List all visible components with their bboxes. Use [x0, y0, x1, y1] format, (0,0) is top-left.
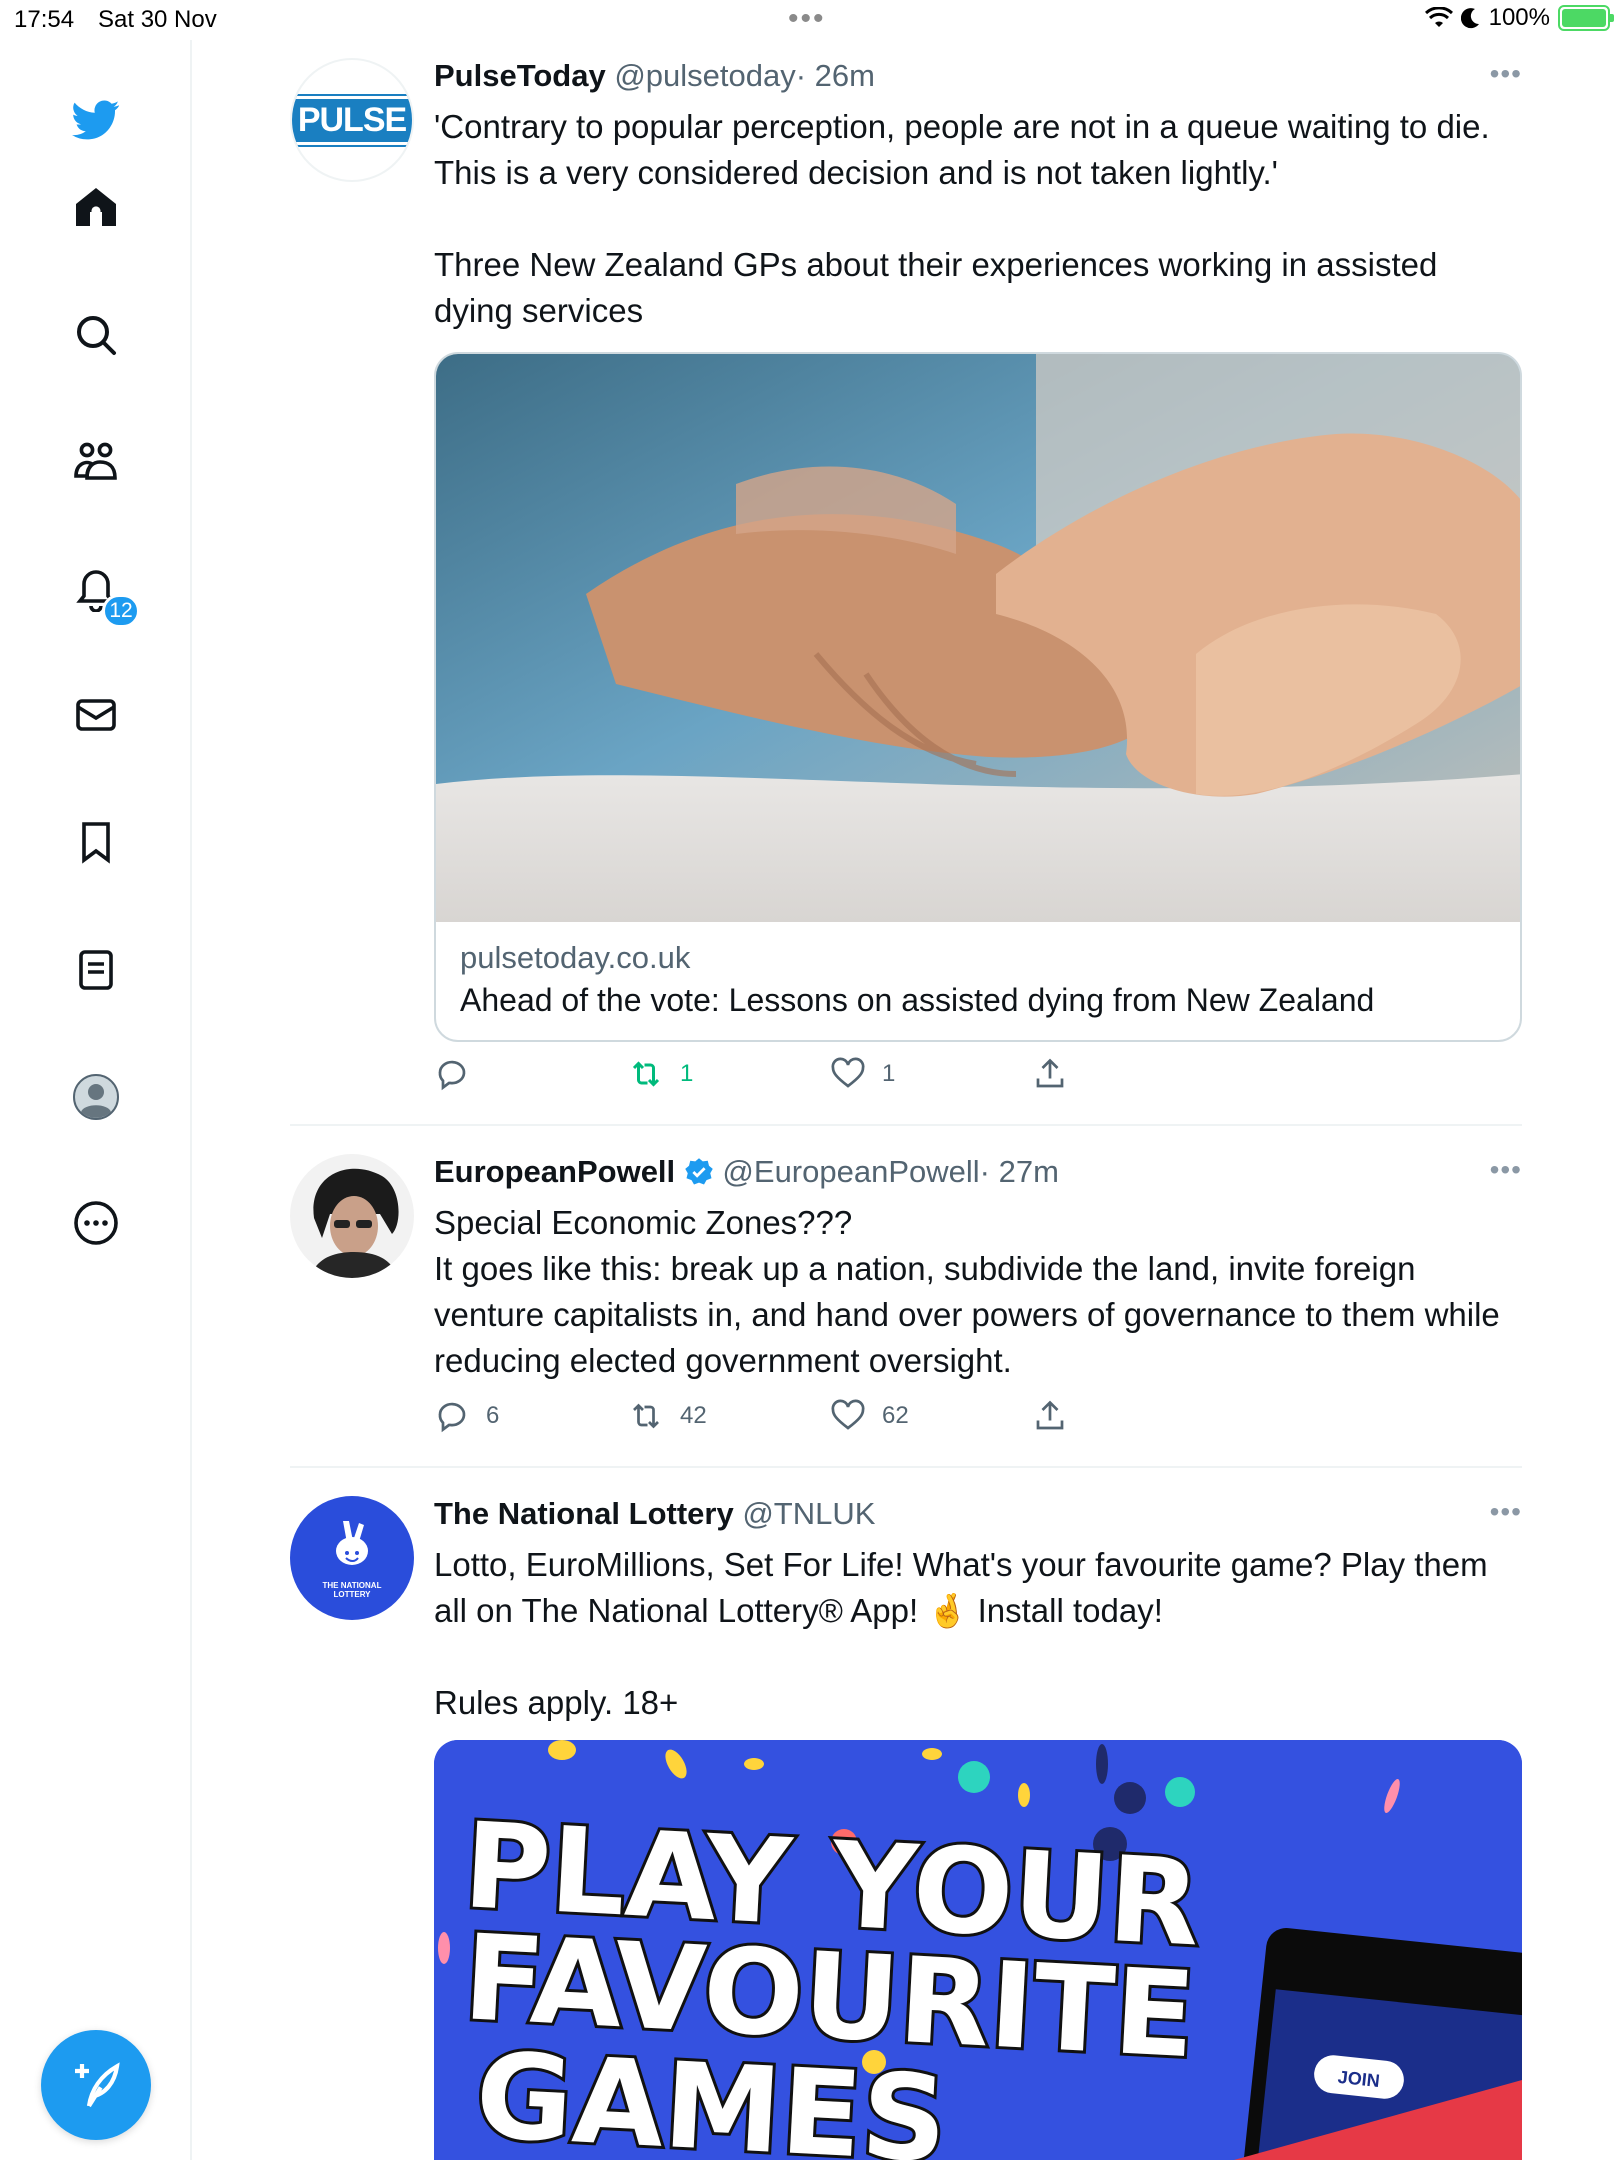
author-name[interactable]: EuropeanPowell: [434, 1154, 675, 1189]
tweet-header: PulseToday @pulsetoday· 26m: [434, 58, 875, 94]
retweet-icon: [632, 1061, 660, 1087]
share-button[interactable]: [1032, 1056, 1068, 1092]
link-card-image: [436, 354, 1520, 922]
battery-icon: [1558, 5, 1614, 31]
reply-icon: [438, 1402, 466, 1433]
promo-headline-line3: GAMES: [473, 2026, 951, 2160]
retweet-count: 1: [680, 1060, 694, 1087]
tweet-text: Lotto, EuroMillions, Set For Life! What'…: [434, 1546, 1488, 1721]
tweet-actions: 6 42 62: [434, 1398, 1134, 1438]
reply-button[interactable]: [434, 1056, 486, 1092]
link-card[interactable]: pulsetoday.co.uk Ahead of the vote: Less…: [434, 352, 1522, 1042]
tweet-time[interactable]: · 26m: [796, 58, 875, 93]
tweet-actions: 1 1: [434, 1056, 1134, 1096]
reply-button[interactable]: 6: [434, 1398, 499, 1434]
like-button[interactable]: 1: [830, 1056, 895, 1092]
tweet-text: Special Economic Zones??? It goes like t…: [434, 1204, 1500, 1379]
tweet-header: The National Lottery @TNLUK: [434, 1496, 875, 1532]
retweet-button[interactable]: 1: [628, 1056, 693, 1092]
like-count: 1: [882, 1060, 896, 1087]
moon-icon: [1460, 8, 1479, 29]
multitasking-dots-icon[interactable]: •••: [788, 2, 826, 36]
promo-image[interactable]: JOIN PLAY YOUR FAVOURITE GAMES: [434, 1740, 1522, 2160]
pulse-logo: PULSE: [292, 93, 412, 147]
lottery-logo-text: THE NATIONAL LOTTERY: [322, 1581, 382, 1599]
notifications-badge: 12: [102, 594, 140, 628]
battery-percent: 100%: [1488, 4, 1550, 31]
author-handle[interactable]: @TNLUK: [742, 1496, 875, 1531]
home-icon[interactable]: [66, 178, 126, 238]
compose-icon: [75, 2062, 120, 2108]
compose-button[interactable]: [41, 2030, 151, 2140]
status-indicators: 100%: [1424, 4, 1614, 32]
crossed-fingers-logo: [336, 1521, 368, 1565]
like-count: 62: [882, 1402, 909, 1429]
lists-icon[interactable]: [66, 940, 126, 1000]
author-handle[interactable]: @EuropeanPowell: [722, 1154, 979, 1189]
bookmarks-icon[interactable]: [66, 812, 126, 872]
heart-icon: [831, 1399, 865, 1430]
tweet-header: EuropeanPowell @EuropeanPowell· 27m: [434, 1154, 1059, 1190]
divider: [290, 1466, 1522, 1468]
more-options-icon[interactable]: •••: [1490, 58, 1522, 90]
heart-icon: [831, 1057, 865, 1088]
tweet-text: 'Contrary to popular perception, people …: [434, 108, 1490, 329]
tweet[interactable]: EuropeanPowell @EuropeanPowell· 27m ••• …: [290, 1154, 1522, 1454]
avatar[interactable]: PULSE: [290, 58, 414, 182]
author-name[interactable]: PulseToday: [434, 58, 606, 93]
share-icon: [1036, 1058, 1064, 1088]
communities-icon[interactable]: [66, 432, 126, 492]
divider: [290, 1124, 1522, 1126]
status-time: 17:54: [14, 6, 75, 33]
twitter-logo-icon[interactable]: [66, 90, 126, 150]
avatar[interactable]: [290, 1154, 414, 1278]
reply-icon: [438, 1060, 466, 1091]
more-options-icon[interactable]: •••: [1490, 1496, 1522, 1528]
search-icon[interactable]: [66, 305, 126, 365]
share-icon: [1036, 1400, 1064, 1430]
verified-badge-icon: [685, 1158, 713, 1185]
wifi-icon: [1424, 7, 1453, 27]
author-name[interactable]: The National Lottery: [434, 1496, 734, 1531]
tweet-time[interactable]: · 27m: [980, 1154, 1059, 1189]
messages-icon[interactable]: [66, 685, 126, 745]
like-button[interactable]: 62: [830, 1398, 909, 1434]
more-icon[interactable]: [66, 1193, 126, 1253]
sidebar-nav: 12: [0, 40, 192, 2160]
tweet[interactable]: PULSE PulseToday @pulsetoday· 26m ••• 'C…: [290, 58, 1522, 1098]
reply-count: 6: [486, 1402, 500, 1429]
retweet-button[interactable]: 42: [628, 1398, 707, 1434]
status-bar: 17:54 Sat 30 Nov ••• 100%: [0, 0, 1620, 40]
link-card-title: Ahead of the vote: Lessons on assisted d…: [460, 982, 1375, 1018]
tweet[interactable]: THE NATIONAL LOTTERY The National Lotter…: [290, 1496, 1522, 2160]
share-button[interactable]: [1032, 1398, 1068, 1434]
status-date: Sat 30 Nov: [98, 6, 217, 33]
avatar[interactable]: THE NATIONAL LOTTERY: [290, 1496, 414, 1620]
more-options-icon[interactable]: •••: [1490, 1154, 1522, 1186]
author-handle[interactable]: @pulsetoday: [614, 58, 795, 93]
profile-icon[interactable]: [66, 1067, 126, 1127]
retweet-icon: [633, 1403, 659, 1429]
retweet-count: 42: [680, 1402, 707, 1429]
link-card-domain: pulsetoday.co.uk: [460, 940, 691, 975]
